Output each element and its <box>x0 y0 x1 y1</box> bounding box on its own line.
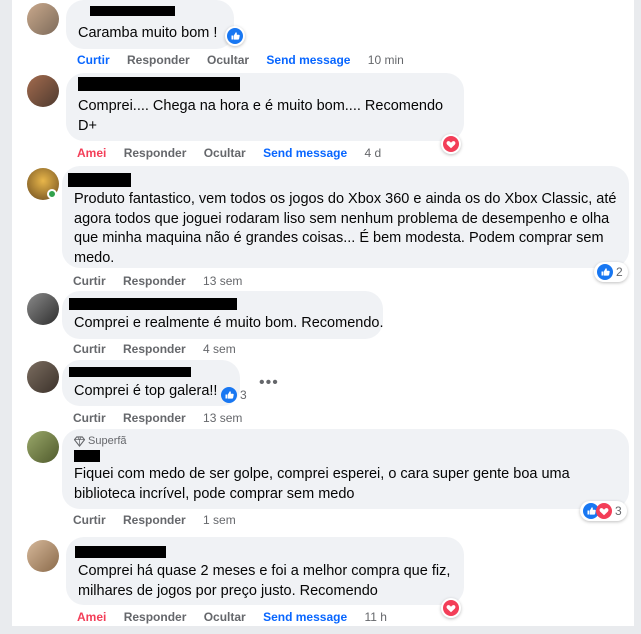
timestamp[interactable]: 11 h <box>364 610 386 624</box>
comment-text: Produto fantastico, vem todos os jogos d… <box>74 191 617 266</box>
redacted-name <box>69 367 191 377</box>
frame-right-edge <box>634 0 641 634</box>
timestamp[interactable]: 10 min <box>368 53 404 67</box>
comment-actions: Curtir Responder Ocultar Send message 10… <box>77 53 418 67</box>
frame-bottom-edge <box>0 626 641 634</box>
reply-action[interactable]: Responder <box>123 274 186 288</box>
avatar[interactable] <box>27 75 59 107</box>
comment-text: Fiquei com medo de ser golpe, comprei es… <box>74 466 570 502</box>
reaction-badge[interactable] <box>225 26 245 46</box>
send-message-action[interactable]: Send message <box>266 53 350 67</box>
redacted-name <box>68 173 131 187</box>
reaction-badge[interactable]: 3 <box>218 385 252 405</box>
comment-actions: Curtir Responder 1 sem <box>73 513 250 527</box>
badge-label: Superfã <box>88 435 127 447</box>
heart-icon <box>443 600 459 616</box>
reply-action[interactable]: Responder <box>123 513 186 527</box>
more-options-icon[interactable]: ••• <box>259 374 279 392</box>
reply-action[interactable]: Responder <box>124 146 187 160</box>
comment-actions: Amei Responder Ocultar Send message 4 d <box>77 146 395 160</box>
like-action[interactable]: Curtir <box>73 411 106 425</box>
send-message-action[interactable]: Send message <box>263 610 347 624</box>
avatar[interactable] <box>27 540 59 572</box>
avatar[interactable] <box>27 431 59 463</box>
timestamp[interactable]: 4 d <box>364 146 381 160</box>
avatar[interactable] <box>27 293 59 325</box>
like-icon <box>227 28 243 44</box>
redacted-name <box>74 450 100 462</box>
redacted-name <box>90 6 175 16</box>
reply-action[interactable]: Responder <box>123 411 186 425</box>
reaction-badge[interactable] <box>441 134 461 154</box>
like-action[interactable]: Curtir <box>73 274 106 288</box>
avatar[interactable] <box>27 361 59 393</box>
hide-action[interactable]: Ocultar <box>207 53 249 67</box>
reaction-count: 3 <box>240 388 247 402</box>
like-action[interactable]: Curtir <box>77 53 110 67</box>
comment-actions: Curtir Responder 13 sem <box>73 411 256 425</box>
reaction-count: 3 <box>615 504 622 518</box>
diamond-icon <box>74 435 85 447</box>
superfan-badge: Superfã <box>74 435 127 447</box>
like-action[interactable]: Curtir <box>73 342 106 356</box>
timestamp[interactable]: 4 sem <box>203 342 236 356</box>
hide-action[interactable]: Ocultar <box>204 610 246 624</box>
comment-text: Comprei.... Chega na hora e é muito bom.… <box>78 98 444 134</box>
comment-actions: Amei Responder Ocultar Send message 11 h <box>77 610 401 624</box>
comment-text: Comprei há quase 2 meses e foi a melhor … <box>78 563 451 599</box>
reply-action[interactable]: Responder <box>123 342 186 356</box>
send-message-action[interactable]: Send message <box>263 146 347 160</box>
timestamp[interactable]: 1 sem <box>203 513 236 527</box>
reaction-count: 2 <box>616 265 623 279</box>
timestamp[interactable]: 13 sem <box>203 411 242 425</box>
online-status-dot <box>47 189 57 199</box>
reaction-badge[interactable]: 3 <box>580 501 627 521</box>
comment-actions: Curtir Responder 13 sem <box>73 274 256 288</box>
comment-text: Comprei e realmente é muito bom. Recomen… <box>74 315 384 331</box>
heart-icon <box>443 136 459 152</box>
hide-action[interactable]: Ocultar <box>204 146 246 160</box>
reply-action[interactable]: Responder <box>127 53 190 67</box>
like-icon <box>597 264 613 280</box>
comment-actions: Curtir Responder 4 sem <box>73 342 250 356</box>
redacted-name <box>69 298 237 310</box>
like-icon <box>221 387 237 403</box>
comment-text: Caramba muito bom ! <box>78 25 218 41</box>
redacted-name <box>78 77 240 91</box>
reply-action[interactable]: Responder <box>124 610 187 624</box>
frame-left-edge <box>0 0 12 634</box>
love-action[interactable]: Amei <box>77 610 106 624</box>
comment-text: Comprei é top galera!! <box>74 383 218 399</box>
timestamp[interactable]: 13 sem <box>203 274 242 288</box>
avatar[interactable] <box>27 3 59 35</box>
like-action[interactable]: Curtir <box>73 513 106 527</box>
redacted-name <box>75 546 166 558</box>
reaction-badge[interactable] <box>441 598 461 618</box>
love-action[interactable]: Amei <box>77 146 106 160</box>
reaction-badge[interactable]: 2 <box>594 262 628 282</box>
heart-icon <box>596 503 612 519</box>
